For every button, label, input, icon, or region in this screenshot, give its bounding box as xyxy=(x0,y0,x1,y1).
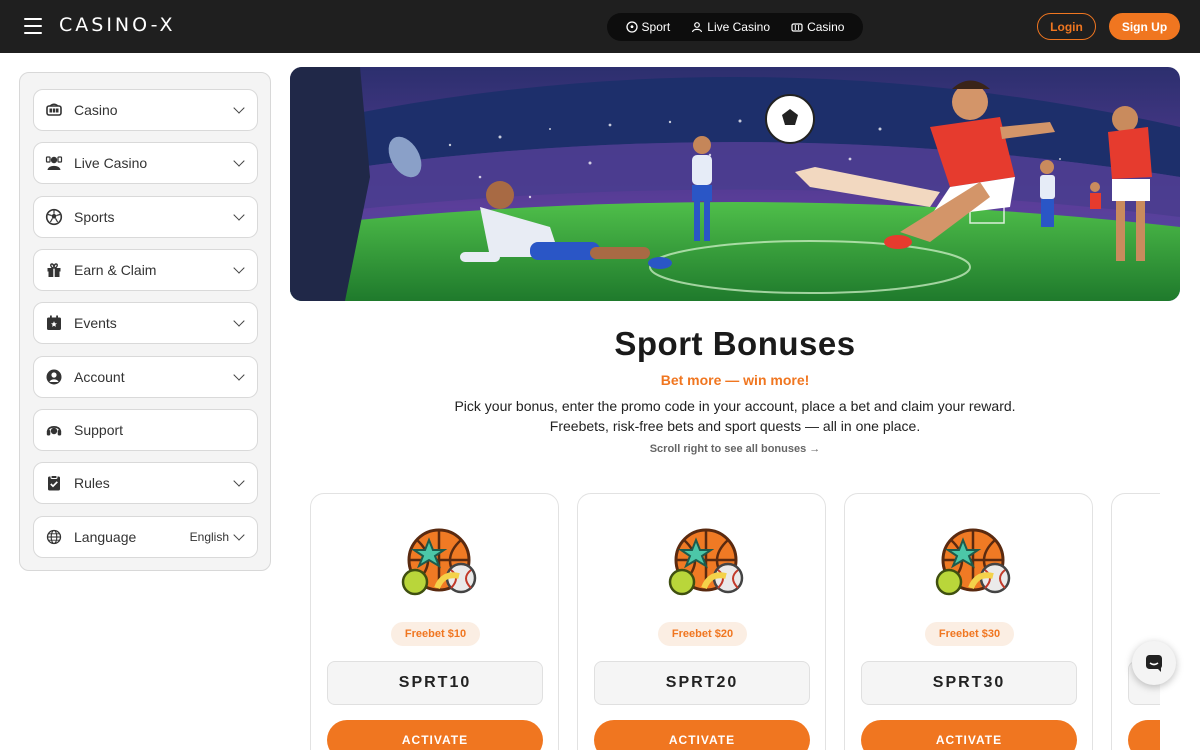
bonus-card: Freebet $30 SPRT30 ACTIVATE xyxy=(844,493,1093,750)
support-icon xyxy=(44,420,64,440)
promo-description-line-2: Freebets, risk-free bets and sport quest… xyxy=(549,418,921,434)
sidebar-item-earn-claim[interactable]: Earn & Claim xyxy=(33,249,258,291)
slot-icon xyxy=(791,23,803,32)
chevron-down-icon xyxy=(233,155,245,167)
top-nav: Sport Live Casino Casino xyxy=(607,13,863,41)
sidebar-item-label: Account xyxy=(74,369,125,385)
chat-icon xyxy=(1146,655,1162,672)
sidebar-item-label: Live Casino xyxy=(74,155,148,171)
sidebar-item-label: Events xyxy=(74,315,117,331)
top-nav-live-casino-label: Live Casino xyxy=(707,20,770,34)
activate-button[interactable]: ACTIVATE xyxy=(861,720,1077,750)
promo-description: Pick your bonus, enter the promo code in… xyxy=(290,396,1180,436)
promo-code[interactable]: SPRT10 xyxy=(327,661,543,705)
sidebar: Casino Live Casino Sports Earn & Claim E… xyxy=(19,72,271,571)
bonus-badge: Freebet $20 xyxy=(658,622,747,646)
bonus-carousel[interactable]: Freebet $10 SPRT10 ACTIVATE Freebet $20 … xyxy=(310,493,1160,750)
sports-balls-icon xyxy=(935,528,1011,596)
gift-icon xyxy=(44,260,64,280)
sidebar-item-events[interactable]: Events xyxy=(33,302,258,344)
bonus-card-partial xyxy=(1111,493,1160,750)
soccer-stadium-illustration xyxy=(290,67,1180,301)
chevron-down-icon xyxy=(233,102,245,114)
top-bar: CASINO-X Sport Live Casino Casino Login … xyxy=(0,0,1200,53)
page-title: Sport Bonuses xyxy=(614,325,856,362)
promo-description-line-1: Pick your bonus, enter the promo code in… xyxy=(454,398,1016,414)
clipboard-check-icon xyxy=(44,473,64,493)
sidebar-item-label: Language xyxy=(74,529,137,545)
sidebar-item-support[interactable]: Support xyxy=(33,409,258,451)
bonus-badge: Freebet $30 xyxy=(925,622,1014,646)
activate-button[interactable]: ACTIVATE xyxy=(327,720,543,750)
sidebar-item-label: Casino xyxy=(74,102,118,118)
chevron-down-icon xyxy=(233,315,245,327)
sidebar-item-rules[interactable]: Rules xyxy=(33,462,258,504)
sports-balls-icon xyxy=(668,528,744,596)
top-nav-casino-label: Casino xyxy=(807,20,845,34)
top-nav-sport[interactable]: Sport xyxy=(625,20,671,34)
bonus-card: Freebet $20 SPRT20 ACTIVATE xyxy=(577,493,826,750)
scroll-hint: Scroll right to see all bonuses → xyxy=(649,443,821,455)
slot-icon xyxy=(44,100,64,120)
chevron-down-icon xyxy=(233,529,245,541)
soccer-ball-icon xyxy=(625,21,638,33)
sidebar-item-casino[interactable]: Casino xyxy=(33,89,258,131)
dealer-icon xyxy=(44,153,64,173)
globe-icon xyxy=(44,527,64,547)
sidebar-item-account[interactable]: Account xyxy=(33,356,258,398)
logo[interactable]: CASINO-X xyxy=(59,14,176,36)
chevron-down-icon xyxy=(233,369,245,381)
promo-code[interactable]: SPRT20 xyxy=(594,661,810,705)
chevron-down-icon xyxy=(233,262,245,274)
sidebar-item-label: Support xyxy=(74,422,124,438)
soccer-ball-icon xyxy=(44,207,64,227)
sports-balls-icon xyxy=(401,528,477,596)
promo-subtitle: Bet more — win more! xyxy=(660,372,810,388)
activate-button-partial[interactable] xyxy=(1128,720,1160,750)
sidebar-item-label: Earn & Claim xyxy=(74,262,157,278)
sidebar-item-label: Sports xyxy=(74,209,115,225)
sidebar-item-label: Rules xyxy=(74,475,110,491)
user-icon xyxy=(44,367,64,387)
sidebar-item-live-casino[interactable]: Live Casino xyxy=(33,142,258,184)
bonus-card: Freebet $10 SPRT10 ACTIVATE xyxy=(310,493,559,750)
top-nav-casino[interactable]: Casino xyxy=(791,20,844,34)
top-nav-live-casino[interactable]: Live Casino xyxy=(691,20,770,34)
calendar-star-icon xyxy=(44,313,64,333)
dealer-icon xyxy=(692,22,703,33)
sport-banner xyxy=(290,67,1180,301)
chevron-down-icon xyxy=(233,209,245,221)
activate-button[interactable]: ACTIVATE xyxy=(594,720,810,750)
top-nav-sport-label: Sport xyxy=(641,20,671,34)
bonus-badge: Freebet $10 xyxy=(391,622,480,646)
language-value: English xyxy=(189,530,229,544)
chat-button[interactable] xyxy=(1132,641,1176,685)
chevron-down-icon xyxy=(233,475,245,487)
sidebar-item-language[interactable]: Language English xyxy=(33,516,258,558)
sidebar-item-sports[interactable]: Sports xyxy=(33,196,258,238)
signup-button[interactable]: Sign Up xyxy=(1109,13,1180,40)
menu-icon[interactable] xyxy=(24,18,42,34)
promo-code[interactable]: SPRT30 xyxy=(861,661,1077,705)
login-button[interactable]: Login xyxy=(1037,13,1096,40)
